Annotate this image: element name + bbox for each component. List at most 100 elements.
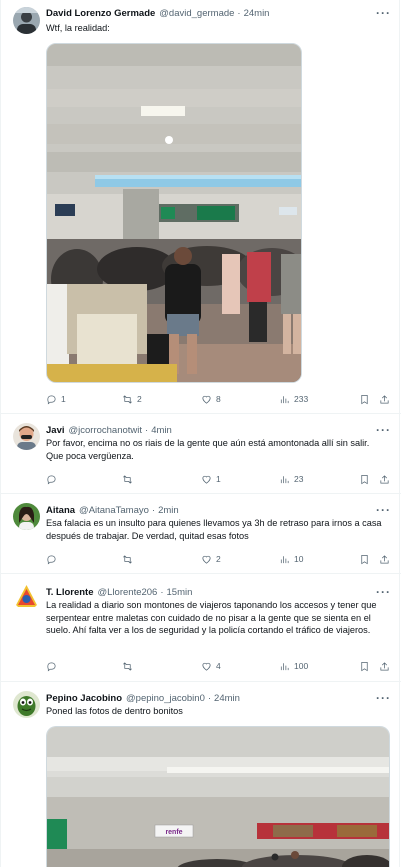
avatar[interactable]: [13, 423, 40, 450]
like-button[interactable]: 1: [201, 474, 221, 485]
bookmark-icon: [361, 394, 368, 404]
tweet-text: Por favor, encima no os riais de la gent…: [46, 438, 370, 461]
tweet-text: Poned las fotos de dentro bonitos: [46, 706, 183, 716]
avatar[interactable]: [13, 583, 40, 610]
retweet-icon: [123, 554, 132, 564]
bookmark-button[interactable]: [359, 394, 370, 405]
tweet-3[interactable]: Aitana @AitanaTamayo · 2min ··· Esa fala…: [1, 494, 401, 574]
separator-dot: ·: [237, 7, 241, 19]
tweet-1[interactable]: David Lorenzo Germade @david_germade · 2…: [1, 0, 401, 414]
more-icon[interactable]: ···: [376, 692, 391, 704]
views-button[interactable]: 100: [279, 661, 308, 672]
reply-button[interactable]: [46, 661, 61, 672]
tweet-actions: 4 100: [46, 658, 389, 674]
author-name[interactable]: T. Llorente: [46, 587, 94, 598]
timestamp[interactable]: 15min: [167, 587, 193, 598]
timestamp[interactable]: 24min: [214, 693, 240, 704]
views-icon: [280, 662, 289, 670]
tweet-actions: 2 10: [46, 551, 389, 567]
like-count: 4: [216, 661, 221, 671]
views-button[interactable]: 233: [279, 394, 308, 405]
more-icon[interactable]: ···: [376, 504, 391, 516]
like-count: 8: [216, 394, 221, 404]
more-icon[interactable]: ···: [376, 7, 391, 19]
reply-count: 1: [61, 394, 66, 404]
bookmark-icon: [361, 474, 368, 484]
author-name[interactable]: Pepino Jacobino: [46, 693, 122, 704]
retweet-count: 2: [137, 394, 142, 404]
tweet-header: David Lorenzo Germade @david_germade · 2…: [46, 5, 391, 21]
reply-icon: [47, 394, 56, 404]
separator-dot: ·: [207, 692, 212, 704]
more-icon[interactable]: ···: [376, 586, 391, 598]
like-button[interactable]: 2: [201, 554, 221, 565]
views-count: 23: [294, 474, 304, 484]
tweet-header: T. Llorente @Llorente206 · 15min: [46, 584, 391, 600]
author-handle[interactable]: @Llorente206: [98, 587, 158, 598]
author-name[interactable]: Aitana: [46, 505, 75, 516]
tweet-header: Aitana @AitanaTamayo · 2min: [46, 502, 391, 518]
retweet-icon: [123, 474, 132, 484]
views-button[interactable]: 10: [279, 554, 303, 565]
tweet-2[interactable]: Javi @jcorrochanotwit · 4min ··· Por fav…: [1, 414, 401, 494]
like-button[interactable]: 8: [201, 394, 221, 405]
bookmark-icon: [361, 554, 368, 564]
separator-dot: ·: [145, 424, 149, 436]
reply-button[interactable]: [46, 554, 61, 565]
tweet-photo[interactable]: [46, 43, 302, 383]
bookmark-button[interactable]: [359, 474, 370, 485]
share-icon: [380, 474, 389, 484]
author-handle[interactable]: @AitanaTamayo: [79, 505, 149, 516]
share-icon: [380, 661, 389, 671]
retweet-icon: [123, 661, 132, 671]
tweet-4[interactable]: T. Llorente @Llorente206 · 15min ··· La …: [1, 574, 401, 682]
bookmark-button[interactable]: [359, 661, 370, 672]
views-icon: [280, 475, 289, 483]
like-icon: [202, 475, 211, 484]
views-count: 100: [294, 661, 309, 671]
like-icon: [202, 555, 211, 564]
timestamp[interactable]: 24min: [244, 8, 270, 19]
views-icon: [280, 555, 289, 563]
avatar[interactable]: [13, 691, 40, 718]
reply-button[interactable]: [46, 474, 61, 485]
like-count: 1: [216, 474, 221, 484]
reply-button[interactable]: 1: [46, 394, 66, 405]
tweet-header: Pepino Jacobino @pepino_jacobin0 · 24min: [46, 690, 391, 706]
share-button[interactable]: [379, 661, 390, 672]
share-button[interactable]: [379, 394, 390, 405]
retweet-button[interactable]: [122, 554, 137, 565]
tweet-text: Wtf, la realidad:: [46, 23, 110, 33]
like-button[interactable]: 4: [201, 661, 221, 672]
views-count: 10: [294, 554, 304, 564]
avatar[interactable]: [13, 7, 40, 34]
timestamp[interactable]: 2min: [158, 505, 179, 516]
views-button[interactable]: 23: [279, 474, 303, 485]
tweet-5[interactable]: Pepino Jacobino @pepino_jacobin0 · 24min…: [1, 682, 401, 867]
timestamp[interactable]: 4min: [151, 425, 172, 436]
avatar[interactable]: [13, 503, 40, 530]
share-icon: [380, 394, 389, 404]
tweet-text: La realidad a diario son montones de via…: [46, 600, 377, 635]
tweet-header: Javi @jcorrochanotwit · 4min: [46, 422, 391, 438]
author-handle[interactable]: @jcorrochanotwit: [69, 425, 143, 436]
retweet-button[interactable]: [122, 474, 137, 485]
views-count: 233: [294, 394, 309, 404]
author-name[interactable]: Javi: [46, 425, 65, 436]
retweet-button[interactable]: 2: [122, 394, 142, 405]
like-count: 2: [216, 554, 221, 564]
bookmark-button[interactable]: [359, 554, 370, 565]
like-icon: [202, 662, 211, 671]
share-button[interactable]: [379, 474, 390, 485]
author-name[interactable]: David Lorenzo Germade: [46, 8, 155, 19]
author-handle[interactable]: @pepino_jacobin0: [126, 693, 205, 704]
views-icon: [280, 395, 289, 403]
tweet-photo[interactable]: renfe: [46, 726, 390, 867]
retweet-button[interactable]: [122, 661, 137, 672]
tweet-actions: 1 2 8 233: [46, 391, 389, 407]
author-handle[interactable]: @david_germade: [159, 8, 234, 19]
separator-dot: ·: [160, 586, 164, 598]
more-icon[interactable]: ···: [376, 424, 391, 436]
share-icon: [380, 554, 389, 564]
share-button[interactable]: [379, 554, 390, 565]
